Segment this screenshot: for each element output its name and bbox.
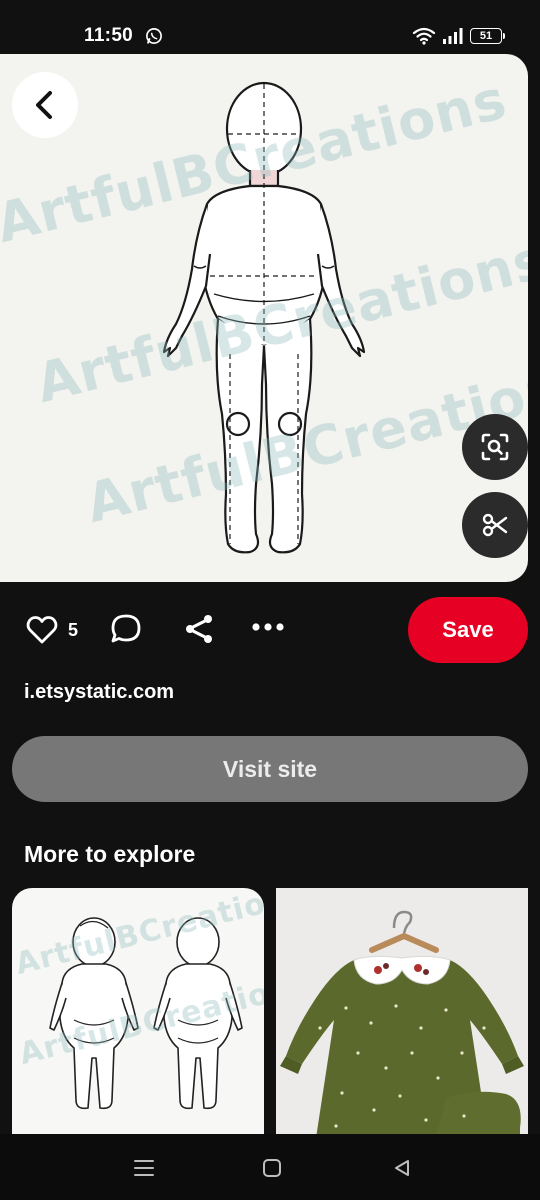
crop-button[interactable] <box>462 492 528 558</box>
more-options-button[interactable] <box>251 621 285 633</box>
battery-icon: 51 <box>470 28 505 44</box>
related-pin-card[interactable]: ArtfulBCreations ArtfulBCreations <box>12 888 264 1138</box>
back-button[interactable] <box>12 72 78 138</box>
pin-image[interactable]: ArtfulBCreations ArtfulBCreations Artful… <box>0 54 528 582</box>
pin-actions: 5 Save <box>0 597 540 663</box>
scissors-icon <box>482 513 508 537</box>
ellipsis-icon <box>252 623 284 631</box>
comment-button[interactable] <box>110 613 142 645</box>
status-indicators: 51 <box>412 26 505 46</box>
signal-icon <box>443 28 463 44</box>
whatsapp-icon <box>146 28 162 44</box>
save-button[interactable]: Save <box>408 597 528 663</box>
square-icon <box>263 1159 281 1177</box>
like-button[interactable]: 5 <box>26 615 78 645</box>
battery-level: 51 <box>479 30 493 42</box>
home-button[interactable] <box>258 1154 286 1182</box>
system-nav-bar <box>0 1134 540 1200</box>
back-nav-button[interactable] <box>388 1154 416 1182</box>
visit-site-button[interactable]: Visit site <box>12 736 528 802</box>
wifi-icon <box>412 27 436 45</box>
like-count: 5 <box>68 619 79 640</box>
heart-icon <box>26 616 58 644</box>
lens-search-icon <box>481 433 509 461</box>
share-button[interactable] <box>184 613 216 645</box>
status-time: 11:50 <box>84 25 134 46</box>
status-bar: 11:50 51 <box>0 0 540 54</box>
comment-icon <box>111 614 141 643</box>
chevron-left-icon <box>36 91 52 119</box>
menu-lines-icon <box>134 1160 154 1176</box>
green-dress-photo <box>276 888 528 1138</box>
triangle-back-icon <box>395 1160 409 1176</box>
visual-search-button[interactable] <box>462 414 528 480</box>
source-domain-link[interactable]: i.etsystatic.com <box>24 681 174 704</box>
more-to-explore-heading: More to explore <box>24 841 196 867</box>
related-pin-card[interactable] <box>276 888 528 1138</box>
share-icon <box>186 615 212 643</box>
recents-button[interactable] <box>130 1154 158 1182</box>
